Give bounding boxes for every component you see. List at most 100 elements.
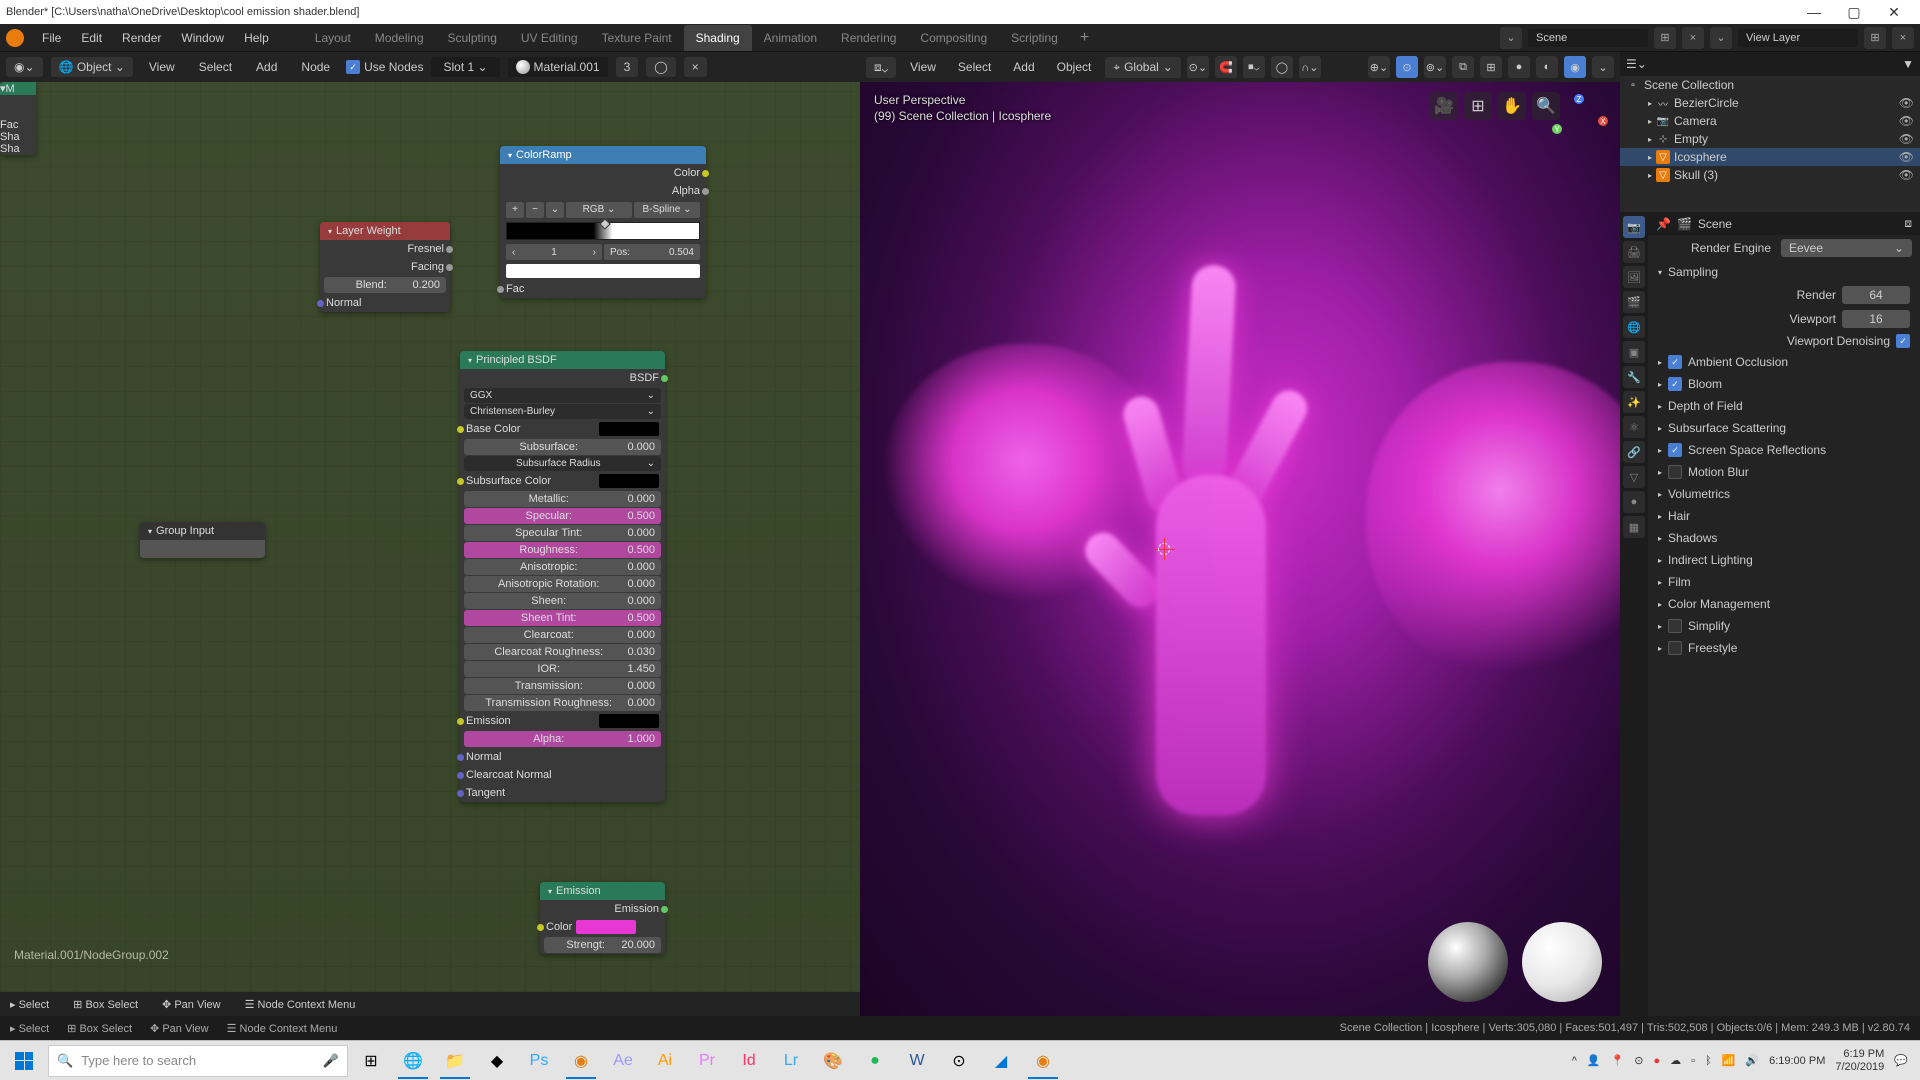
close-button[interactable]: ✕	[1874, 4, 1914, 21]
shading-wireframe-icon[interactable]: ⊞	[1480, 56, 1502, 78]
ramp-mode-select[interactable]: RGB ⌄	[566, 202, 632, 218]
prop-tab-object[interactable]: ▣	[1623, 341, 1645, 363]
task-view-icon[interactable]: ⊞	[352, 1043, 390, 1079]
input-subsurface-color[interactable]: Subsurface Color	[460, 472, 665, 490]
emission-color-swatch[interactable]	[576, 920, 636, 934]
input-transmission-[interactable]: Transmission:0.000	[464, 678, 661, 694]
people-icon[interactable]: 👤	[1587, 1054, 1601, 1067]
panel-volumetrics[interactable]: ▸Volumetrics	[1648, 483, 1920, 505]
material-selector[interactable]: Material.001	[508, 57, 608, 77]
overlay-toggle-icon[interactable]: ⊙	[1396, 56, 1418, 78]
workspace-tab-modeling[interactable]: Modeling	[363, 25, 436, 51]
gizmo-visibility-icon[interactable]: ⊕⌄	[1368, 56, 1390, 78]
xray-toggle-icon[interactable]: ⧉	[1452, 56, 1474, 78]
add-workspace-button[interactable]: +	[1072, 29, 1097, 47]
workspace-tab-rendering[interactable]: Rendering	[829, 25, 908, 51]
blender-icon[interactable]: ◉	[562, 1043, 600, 1079]
prop-tab-particles[interactable]: ✨	[1623, 391, 1645, 413]
indesign-icon[interactable]: Id	[730, 1043, 768, 1079]
lightroom-icon[interactable]: Lr	[772, 1043, 810, 1079]
normal-socket[interactable]: Normal	[326, 297, 361, 309]
tray-icon-3[interactable]: ▫	[1691, 1055, 1695, 1067]
blend-drag[interactable]: Blend:0.200	[324, 277, 446, 293]
emission-strength-drag[interactable]: Strengt:20.000	[544, 937, 661, 953]
panel-bloom[interactable]: ▸✓Bloom	[1648, 373, 1920, 395]
workspace-tab-uv-editing[interactable]: UV Editing	[509, 25, 590, 51]
menu-render[interactable]: Render	[112, 27, 171, 49]
input-subsurface-[interactable]: Subsurface:0.000	[464, 439, 661, 455]
shader-type-selector[interactable]: 🌐 Object ⌄	[51, 57, 133, 77]
volume-icon[interactable]: 🔊	[1745, 1054, 1759, 1067]
input-clearcoat-[interactable]: Clearcoat:0.000	[464, 627, 661, 643]
app-icon-4[interactable]: ◢	[982, 1043, 1020, 1079]
app-icon-1[interactable]: ◆	[478, 1043, 516, 1079]
input-tangent[interactable]: Tangent	[460, 784, 665, 802]
scene-new-icon[interactable]: ⊞	[1654, 27, 1676, 49]
material-new-icon[interactable]: ◯	[646, 57, 675, 77]
input-sheen-tint-[interactable]: Sheen Tint:0.500	[464, 610, 661, 626]
prop-tab-modifiers[interactable]: 🔧	[1623, 366, 1645, 388]
snap-type-icon[interactable]: ⏹⌄	[1243, 56, 1265, 78]
shading-lookdev-icon[interactable]: ◐	[1536, 56, 1558, 78]
hand-pan-icon[interactable]: ✋	[1498, 92, 1526, 120]
input-transmission-roughness-[interactable]: Transmission Roughness:0.000	[464, 695, 661, 711]
overlay-options-icon[interactable]: ⊚⌄	[1424, 56, 1446, 78]
panel-indirect-lighting[interactable]: ▸Indirect Lighting	[1648, 549, 1920, 571]
location-icon[interactable]: 📍	[1611, 1054, 1625, 1067]
wifi-icon[interactable]: 📶	[1722, 1054, 1736, 1067]
panel-film[interactable]: ▸Film	[1648, 571, 1920, 593]
outliner-scene-collection[interactable]: Scene Collection	[1644, 78, 1734, 92]
premiere-icon[interactable]: Pr	[688, 1043, 726, 1079]
panel-freestyle[interactable]: ▸Freestyle	[1648, 637, 1920, 659]
start-button[interactable]	[4, 1045, 44, 1077]
shading-options-icon[interactable]: ⌄	[1592, 56, 1614, 78]
node-group-input[interactable]: ▾Group Input	[140, 522, 265, 558]
pin-icon[interactable]: 📌	[1656, 217, 1671, 231]
viewlayer-browse-icon[interactable]: ⌄	[1710, 27, 1732, 49]
prop-tab-texture[interactable]: ▦	[1623, 516, 1645, 538]
workspace-tab-texture-paint[interactable]: Texture Paint	[590, 25, 684, 51]
prop-tab-physics[interactable]: ⚛	[1623, 416, 1645, 438]
minimize-button[interactable]: —	[1794, 4, 1834, 20]
workspace-tab-compositing[interactable]: Compositing	[908, 25, 999, 51]
input-subsurface-radius[interactable]: Subsurface Radius⌄	[464, 456, 661, 471]
outliner-row-skull--3-[interactable]: ▸▽Skull (3)👁	[1620, 166, 1920, 184]
material-slot-selector[interactable]: Slot 1 ⌄	[431, 57, 499, 77]
node-add-menu[interactable]: Add	[248, 57, 285, 77]
input-alpha-[interactable]: Alpha:1.000	[464, 731, 661, 747]
output-facing-socket[interactable]: Facing	[411, 261, 444, 273]
editor-type-icon[interactable]: ⧈⌄	[866, 57, 896, 78]
viewlayer-delete-icon[interactable]: ×	[1892, 27, 1914, 49]
editor-type-icon[interactable]: ◉⌄	[6, 57, 43, 77]
outliner-row-empty[interactable]: ▸⊹Empty👁	[1620, 130, 1920, 148]
bluetooth-icon[interactable]: ᛒ	[1705, 1055, 1712, 1067]
outliner-filter-icon[interactable]: ▼	[1902, 57, 1914, 71]
menu-edit[interactable]: Edit	[71, 27, 112, 49]
vp-object-menu[interactable]: Object	[1049, 57, 1100, 77]
word-icon[interactable]: W	[898, 1043, 936, 1079]
viewport-canvas[interactable]: User Perspective (99) Scene Collection |…	[860, 82, 1620, 1016]
prop-tab-constraints[interactable]: 🔗	[1623, 441, 1645, 463]
input-sheen-[interactable]: Sheen:0.000	[464, 593, 661, 609]
photoshop-icon[interactable]: Ps	[520, 1043, 558, 1079]
preset-icon[interactable]: ⧈	[1904, 216, 1912, 231]
sss-method-select[interactable]: Christensen-Burley⌄	[464, 404, 661, 419]
menu-file[interactable]: File	[32, 27, 71, 49]
after-effects-icon[interactable]: Ae	[604, 1043, 642, 1079]
input-roughness-[interactable]: Roughness:0.500	[464, 542, 661, 558]
prop-tab-viewlayer[interactable]: 🖼	[1623, 266, 1645, 288]
panel-screen-space-reflections[interactable]: ▸✓Screen Space Reflections	[1648, 439, 1920, 461]
use-nodes-checkbox[interactable]: ✓Use Nodes	[346, 60, 423, 74]
panel-color-management[interactable]: ▸Color Management	[1648, 593, 1920, 615]
outliner-row-beziercircle[interactable]: ▸〰BezierCircle👁	[1620, 94, 1920, 112]
snap-toggle-icon[interactable]: 🧲	[1215, 56, 1237, 78]
input-base-color[interactable]: Base Color	[460, 420, 665, 438]
input-metallic-[interactable]: Metallic:0.000	[464, 491, 661, 507]
input-ior-[interactable]: IOR:1.450	[464, 661, 661, 677]
tray-icon-2[interactable]: ●	[1654, 1055, 1661, 1067]
blender-logo-icon[interactable]	[6, 29, 24, 47]
input-emission[interactable]: Emission	[460, 712, 665, 730]
prop-tab-output[interactable]: 🖨	[1623, 241, 1645, 263]
app-icon-3[interactable]: ⊙	[940, 1043, 978, 1079]
panel-subsurface-scattering[interactable]: ▸Subsurface Scattering	[1648, 417, 1920, 439]
